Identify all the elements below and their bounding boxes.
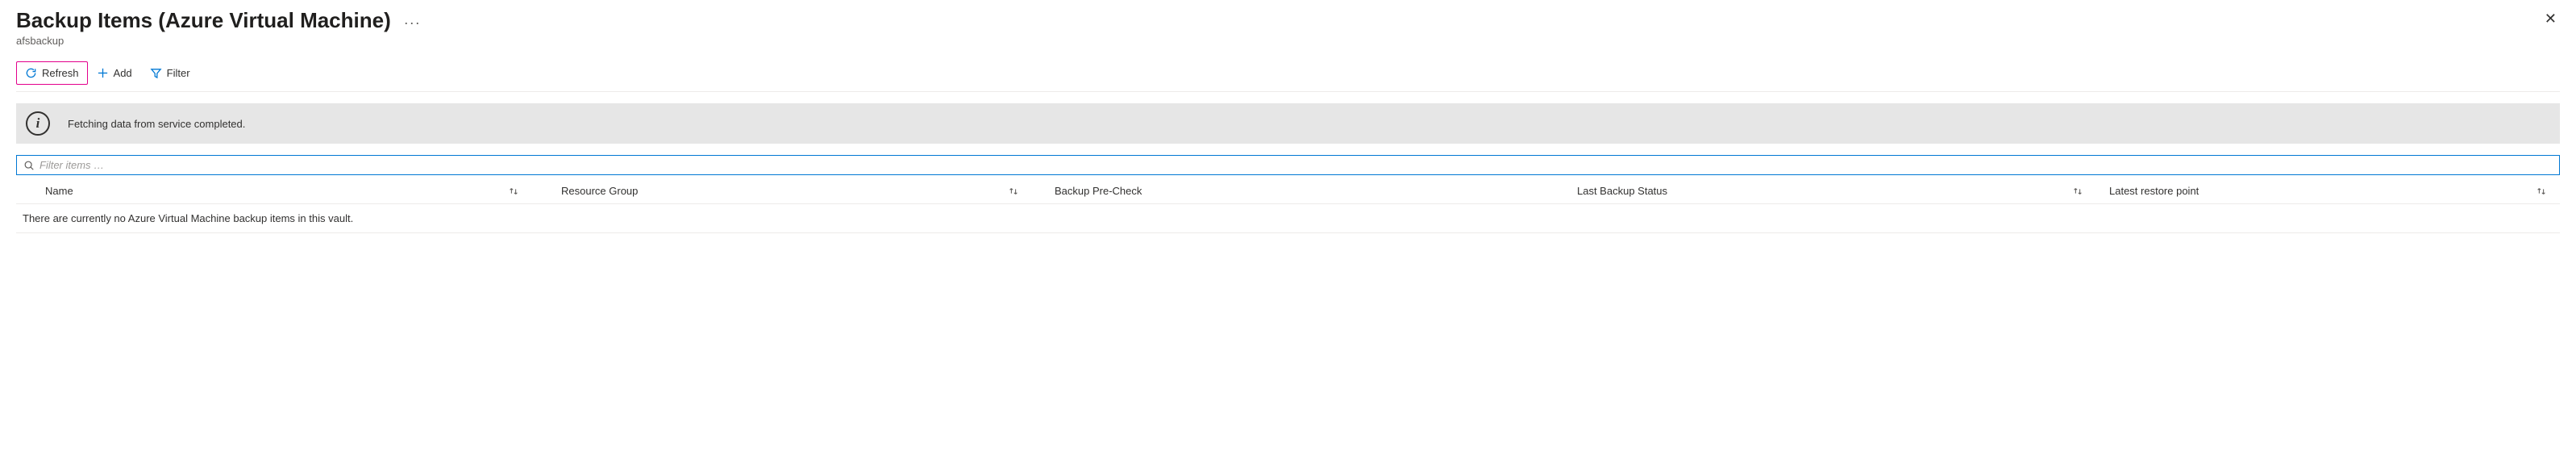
breadcrumb-subtitle: afsbackup: [16, 35, 2560, 47]
more-actions-button[interactable]: ···: [404, 10, 421, 31]
filter-icon: [150, 67, 162, 79]
info-message: Fetching data from service completed.: [68, 118, 245, 130]
add-button[interactable]: Add: [88, 61, 141, 85]
info-icon: i: [26, 111, 50, 136]
refresh-icon: [25, 67, 37, 79]
column-name-label: Name: [45, 185, 73, 197]
close-button[interactable]: ✕: [2541, 8, 2560, 29]
sort-icon[interactable]: [508, 186, 519, 197]
filter-button[interactable]: Filter: [141, 61, 199, 85]
column-name[interactable]: Name: [16, 185, 532, 197]
column-backup-precheck[interactable]: Backup Pre-Check: [1032, 185, 1564, 197]
sort-icon[interactable]: [2536, 186, 2547, 197]
toolbar: Refresh Add Filter: [16, 61, 2560, 92]
filter-input-container[interactable]: [16, 155, 2560, 175]
column-resource-group[interactable]: Resource Group: [532, 185, 1032, 197]
filter-input[interactable]: [40, 159, 2553, 171]
column-rg-label: Resource Group: [561, 185, 638, 197]
column-precheck-label: Backup Pre-Check: [1055, 185, 1142, 197]
column-restore-label: Latest restore point: [2109, 185, 2199, 197]
info-bar: i Fetching data from service completed.: [16, 103, 2560, 144]
column-last-label: Last Backup Status: [1577, 185, 1667, 197]
refresh-label: Refresh: [42, 67, 79, 79]
sort-icon[interactable]: [1008, 186, 1019, 197]
filter-label: Filter: [167, 67, 190, 79]
add-label: Add: [114, 67, 132, 79]
sort-icon[interactable]: [2072, 186, 2083, 197]
empty-state-message: There are currently no Azure Virtual Mac…: [16, 204, 2560, 233]
table-header: Name Resource Group Backup Pre-Check: [16, 178, 2560, 204]
page-title: Backup Items (Azure Virtual Machine): [16, 8, 391, 33]
column-latest-restore-point[interactable]: Latest restore point: [2096, 185, 2560, 197]
refresh-button[interactable]: Refresh: [16, 61, 88, 85]
column-last-backup-status[interactable]: Last Backup Status: [1564, 185, 2096, 197]
search-icon: [23, 160, 35, 171]
plus-icon: [97, 67, 109, 79]
